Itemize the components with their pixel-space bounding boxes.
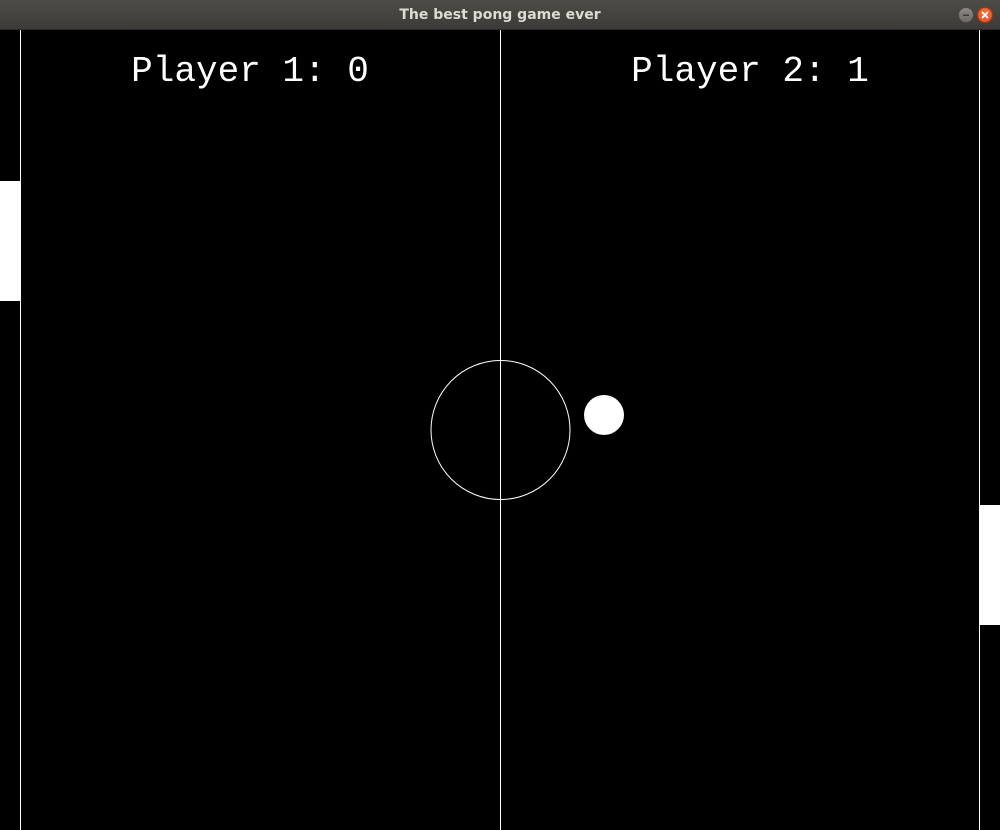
- close-icon: [981, 11, 989, 19]
- ball: [584, 395, 624, 435]
- right-paddle: [980, 505, 1000, 625]
- title-bar[interactable]: The best pong game ever: [0, 0, 1000, 30]
- game-field: Player 1: 0 Player 2: 1: [0, 30, 1000, 830]
- minimize-icon: [963, 14, 969, 16]
- player1-score: Player 1: 0: [131, 51, 369, 92]
- player2-score: Player 2: 1: [631, 51, 869, 92]
- close-button[interactable]: [977, 7, 993, 23]
- minimize-button[interactable]: [958, 7, 974, 23]
- left-paddle: [0, 181, 20, 301]
- window-title: The best pong game ever: [399, 7, 601, 23]
- court-lines: [20, 30, 980, 830]
- game-window: The best pong game ever Player 1: 0 Play…: [0, 0, 1000, 830]
